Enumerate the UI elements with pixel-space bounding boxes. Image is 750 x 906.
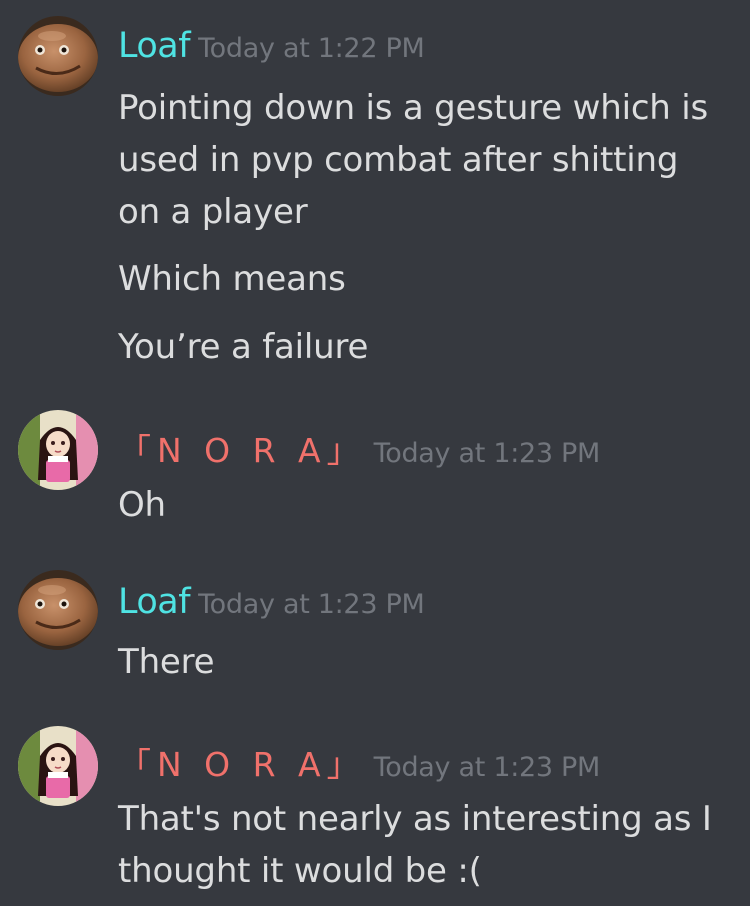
message-text: Pointing down is a gesture which is used… xyxy=(118,88,709,232)
message-header: Loaf Today at 1:23 PM xyxy=(118,582,425,622)
nora-avatar[interactable] xyxy=(18,410,98,490)
message-header: 「N O R A」 Today at 1:23 PM xyxy=(118,424,600,472)
author-name[interactable]: Loaf xyxy=(118,26,191,66)
message-text: You’re a failure xyxy=(118,327,369,367)
anime-girl-icon xyxy=(18,726,98,806)
loaf-face-icon xyxy=(18,16,98,96)
message-text: Oh xyxy=(118,485,166,525)
message-header: 「N O R A」 Today at 1:23 PM xyxy=(118,738,600,786)
author-name[interactable]: Loaf xyxy=(118,582,191,622)
author-name[interactable]: 「N O R A」 xyxy=(118,745,366,784)
nora-avatar[interactable] xyxy=(18,726,98,806)
anime-girl-icon xyxy=(18,410,98,490)
loaf-avatar[interactable] xyxy=(18,16,98,96)
message-timestamp: Today at 1:23 PM xyxy=(198,589,425,620)
message-text: Which means xyxy=(118,259,346,299)
message-text: There xyxy=(118,642,215,682)
message-timestamp: Today at 1:22 PM xyxy=(198,33,425,64)
loaf-face-icon xyxy=(18,570,98,650)
message-timestamp: Today at 1:23 PM xyxy=(373,752,601,783)
message-text: That's not nearly as interesting as I th… xyxy=(118,799,712,891)
message-timestamp: Today at 1:23 PM xyxy=(373,438,601,469)
author-name[interactable]: 「N O R A」 xyxy=(118,431,366,470)
loaf-avatar[interactable] xyxy=(18,570,98,650)
message-header: Loaf Today at 1:22 PM xyxy=(118,26,425,66)
